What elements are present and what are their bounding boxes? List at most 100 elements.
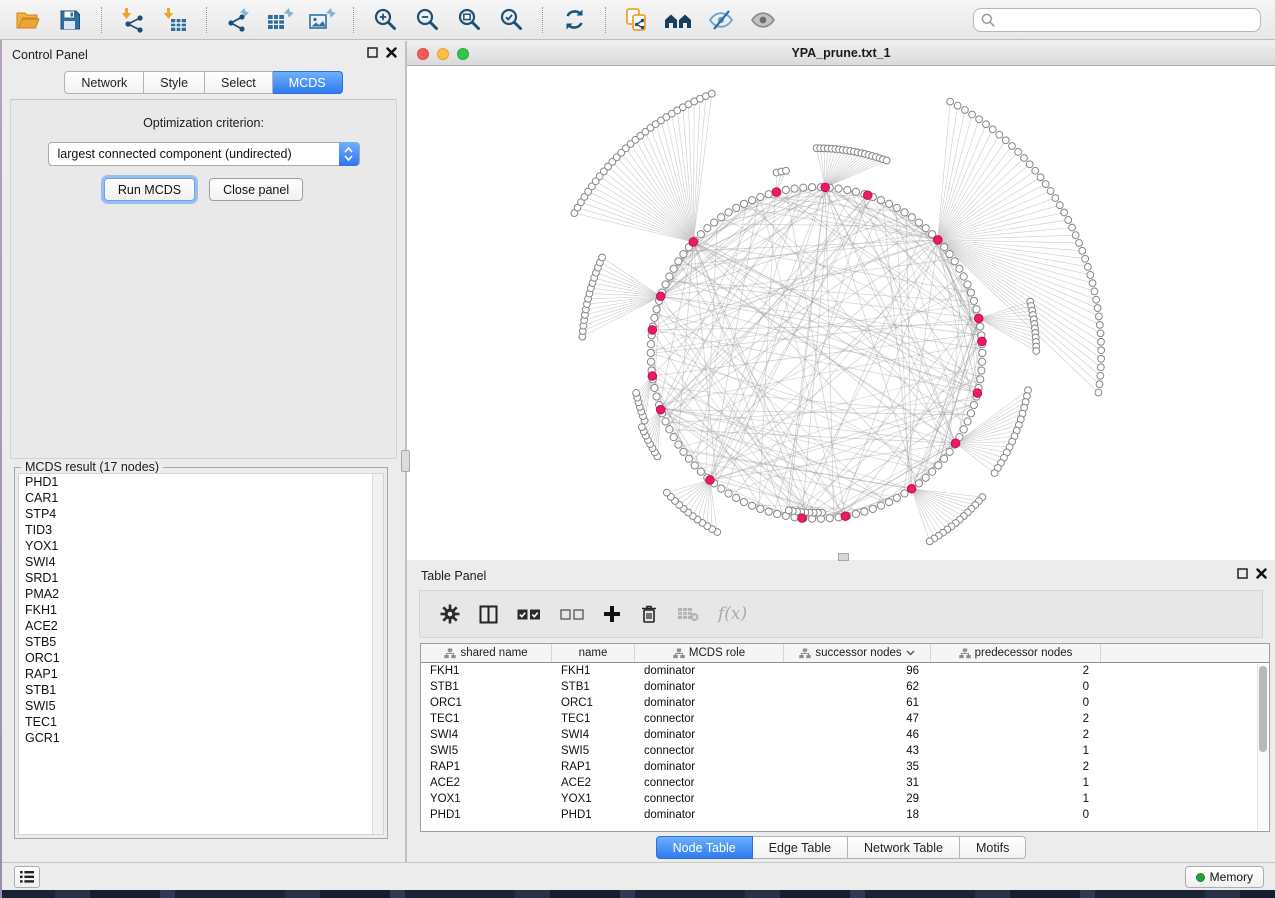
tab-network-table[interactable]: Network Table [848, 836, 960, 859]
mcds-result-item[interactable]: TEC1 [19, 714, 383, 730]
run-mcds-button[interactable]: Run MCDS [104, 178, 195, 201]
criterion-select[interactable]: largest connected component (undirected) [48, 142, 360, 166]
table-row[interactable]: YOX1YOX1connector291 [421, 791, 1269, 807]
network-graph[interactable] [407, 66, 1275, 560]
mcds-result-item[interactable]: STP4 [19, 506, 383, 522]
column-header-MCDS-role[interactable]: MCDS role [635, 644, 784, 662]
mcds-result-item[interactable]: CAR1 [19, 490, 383, 506]
table-row[interactable]: SWI5SWI5connector431 [421, 743, 1269, 759]
table-row[interactable]: FKH1FKH1dominator962 [421, 663, 1269, 679]
mcds-result-item[interactable]: SWI5 [19, 698, 383, 714]
show-column-icon[interactable] [479, 605, 498, 624]
table-row[interactable]: SWI4SWI4dominator462 [421, 727, 1269, 743]
show-all-button[interactable] [745, 5, 781, 35]
mcds-result-item[interactable]: PMA2 [19, 586, 383, 602]
table-panel: Table Panel [407, 562, 1275, 862]
deselect-all-checkboxes-icon[interactable] [560, 608, 584, 621]
close-panel-button[interactable]: Close panel [209, 178, 303, 201]
zoom-out-button[interactable] [409, 5, 445, 35]
column-header-name[interactable]: name [552, 644, 635, 662]
mcds-result-item[interactable]: GCR1 [19, 730, 383, 746]
table-cell: 18 [784, 809, 931, 821]
close-panel-icon[interactable] [1256, 568, 1267, 579]
mcds-result-list[interactable]: PHD1CAR1STP4TID3YOX1SWI4SRD1PMA2FKH1ACE2… [18, 473, 384, 835]
mcds-result-item[interactable]: SRD1 [19, 570, 383, 586]
tab-mcds[interactable]: MCDS [273, 71, 343, 94]
table-scrollbar-thumb[interactable] [1259, 666, 1267, 752]
tab-style[interactable]: Style [144, 71, 205, 94]
optimization-criterion-label: Optimization criterion: [11, 116, 396, 130]
mcds-result-item[interactable]: ORC1 [19, 650, 383, 666]
delete-column-icon[interactable] [640, 604, 658, 624]
table-scrollbar[interactable] [1257, 664, 1268, 830]
mcds-tab-content: Optimization criterion: largest connecte… [10, 99, 397, 459]
hide-selected-button[interactable] [703, 5, 739, 35]
desktop-left-edge [0, 0, 2, 898]
tab-motifs[interactable]: Motifs [960, 836, 1026, 859]
copy-network-style-button[interactable] [619, 5, 655, 35]
status-menu-button[interactable] [14, 866, 40, 888]
horizontal-splitter-handle[interactable] [838, 553, 849, 561]
mcds-result-item[interactable]: STB5 [19, 634, 383, 650]
float-panel-icon[interactable] [1237, 568, 1248, 579]
table-row[interactable]: PHD1PHD1dominator180 [421, 807, 1269, 823]
first-neighbors-button[interactable] [661, 5, 697, 35]
maximize-window-icon[interactable] [457, 48, 469, 60]
table-row[interactable]: STB1STB1dominator620 [421, 679, 1269, 695]
network-canvas[interactable] [407, 66, 1275, 560]
table-row[interactable]: ORC1ORC1dominator610 [421, 695, 1269, 711]
mcds-result-item[interactable]: TID3 [19, 522, 383, 538]
column-label: predecessor nodes [975, 647, 1073, 659]
select-all-checkboxes-icon[interactable] [517, 608, 541, 621]
tab-edge-table[interactable]: Edge Table [753, 836, 848, 859]
network-titlebar[interactable]: YPA_prune.txt_1 [407, 41, 1275, 66]
mcds-result-item[interactable]: PHD1 [19, 474, 383, 490]
zoom-selected-button[interactable] [493, 5, 529, 35]
column-header-predecessor-nodes[interactable]: predecessor nodes [931, 644, 1101, 662]
sort-chevron-icon[interactable] [906, 647, 915, 659]
column-header-successor-nodes[interactable]: successor nodes [784, 644, 931, 662]
control-panel-tabs: Network Style Select MCDS [2, 71, 405, 94]
add-column-icon[interactable] [603, 605, 621, 623]
tab-select[interactable]: Select [205, 71, 273, 94]
mcds-result-item[interactable]: FKH1 [19, 602, 383, 618]
table-cell: 31 [784, 777, 931, 789]
tab-node-table[interactable]: Node Table [656, 836, 753, 859]
close-window-icon[interactable] [417, 48, 429, 60]
save-session-button[interactable] [52, 5, 88, 35]
table-row[interactable]: RAP1RAP1dominator352 [421, 759, 1269, 775]
table-cell: ACE2 [552, 777, 635, 789]
node-table[interactable]: shared namenameMCDS rolesuccessor nodes p… [420, 643, 1270, 832]
minimize-window-icon[interactable] [437, 48, 449, 60]
import-network-button[interactable] [115, 5, 151, 35]
mcds-result-item[interactable]: RAP1 [19, 666, 383, 682]
table-row[interactable]: ACE2ACE2connector311 [421, 775, 1269, 791]
search-input[interactable] [1000, 11, 1260, 29]
refresh-view-button[interactable] [556, 5, 592, 35]
zoom-fit-button[interactable] [451, 5, 487, 35]
float-panel-icon[interactable] [367, 47, 378, 58]
mcds-result-item[interactable]: ACE2 [19, 618, 383, 634]
table-cell: 35 [784, 761, 931, 773]
export-network-button[interactable] [220, 5, 256, 35]
column-header-shared-name[interactable]: shared name [421, 644, 552, 662]
table-row[interactable]: TEC1TEC1connector472 [421, 711, 1269, 727]
mcds-result-item[interactable]: SWI4 [19, 554, 383, 570]
mcds-result-item[interactable]: STB1 [19, 682, 383, 698]
settings-gear-icon[interactable] [440, 604, 460, 624]
import-table-button[interactable] [157, 5, 193, 35]
memory-status-dot [1196, 873, 1205, 882]
vertical-splitter-handle[interactable] [401, 450, 410, 472]
open-session-button[interactable] [10, 5, 46, 35]
chevron-down-icon [344, 155, 353, 161]
memory-button[interactable]: Memory [1185, 866, 1264, 888]
close-panel-icon[interactable] [386, 47, 397, 58]
export-image-button[interactable] [304, 5, 340, 35]
export-table-button[interactable] [262, 5, 298, 35]
global-search-field[interactable] [973, 8, 1261, 32]
zoom-in-button[interactable] [367, 5, 403, 35]
result-list-scrollbar[interactable] [372, 474, 383, 834]
tab-network[interactable]: Network [64, 71, 144, 94]
table-cell: 1 [931, 745, 1101, 757]
mcds-result-item[interactable]: YOX1 [19, 538, 383, 554]
